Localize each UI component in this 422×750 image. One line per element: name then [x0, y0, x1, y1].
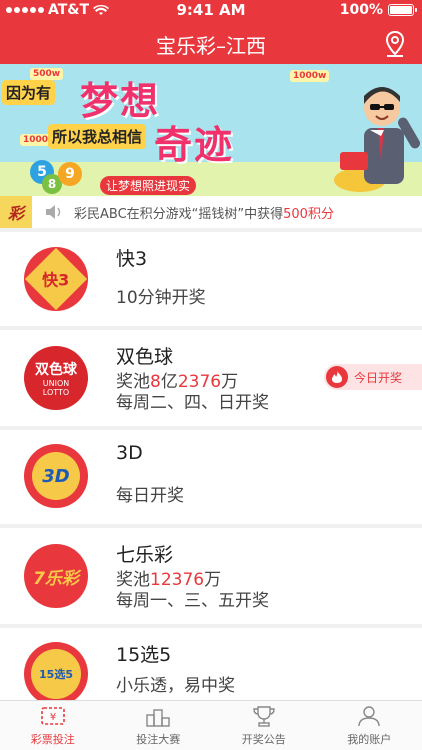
shuangseqiu-logo-sub: UNION LOTTO [42, 379, 70, 397]
location-pin-icon[interactable] [384, 30, 406, 58]
today-draw-label: 今日开奖 [354, 370, 403, 385]
banner-tag-500w: 500w [30, 68, 64, 80]
notice-badge: 彩 [0, 196, 32, 228]
flame-icon [326, 366, 348, 388]
banner-dream: 梦想 [80, 79, 161, 123]
speaker-icon [46, 205, 61, 219]
app-header: AT&T 9:41 AM 100% 宝乐彩–江西 [0, 0, 422, 64]
jackpot-unit: 万 [221, 372, 239, 392]
jackpot-prefix: 奖池 [116, 570, 150, 590]
list-item-15xuan5[interactable]: 15选5 15选5 小乐透，易中奖 [0, 628, 422, 706]
battery-status: 100% [339, 2, 417, 18]
tab-lottery-betting[interactable]: ¥ 彩票投注 [0, 701, 106, 750]
kuai3-logo-text: 快3 [42, 270, 70, 290]
today-draw-badge: 今日开奖 [324, 364, 422, 390]
tab-label: 开奖公告 [241, 733, 286, 746]
qilecai-logo-text: 7乐彩 [33, 568, 79, 589]
notice-prefix: 彩民ABC在积分游戏“摇钱树”中获得 [74, 206, 284, 222]
lottery-name: 快3 [116, 248, 148, 270]
lottery-draw-schedule: 每周二、四、日开奖 [116, 393, 269, 413]
status-bar: AT&T 9:41 AM 100% [0, 0, 422, 20]
list-item-kuai3[interactable]: 快3 快3 10分钟开奖 [0, 232, 422, 326]
lottery-draw-info: 小乐透，易中奖 [116, 676, 235, 696]
lottery-jackpot: 奖池12376万 [116, 570, 221, 591]
tab-betting-contest[interactable]: 投注大赛 [106, 701, 212, 750]
lottery-name: 七乐彩 [116, 544, 174, 566]
lottery-ticket-icon: ¥ [40, 707, 65, 725]
battery-percent: 100% [339, 2, 383, 18]
lottery-name: 双色球 [116, 346, 174, 368]
kuai3-logo: 快3 [24, 247, 88, 311]
tab-label: 我的账户 [347, 733, 392, 746]
list-item-qilecai[interactable]: 7乐彩 七乐彩 奖池12376万 每周一、三、五开奖 [0, 528, 422, 624]
3d-logo: 3D [24, 444, 88, 508]
businessman-illustration [334, 87, 420, 192]
15xuan5-logo: 15选5 [24, 642, 88, 706]
15xuan5-logo-text: 15选5 [39, 668, 73, 681]
shuangseqiu-logo-text: 双色球 [35, 362, 77, 378]
page-title: 宝乐彩–江西 [156, 34, 266, 58]
lottery-name: 3D [116, 442, 143, 464]
tab-draw-announcement[interactable]: 开奖公告 [211, 701, 317, 750]
lottery-draw-info: 每日开奖 [116, 486, 184, 506]
lottery-name: 15选5 [116, 644, 172, 666]
podium-icon [146, 709, 170, 727]
list-item-3d[interactable]: 3D 3D 每日开奖 [0, 430, 422, 524]
qilecai-logo: 7乐彩 [24, 544, 88, 608]
trophy-icon [253, 706, 275, 727]
notice-highlight: 500积分 [283, 206, 334, 222]
banner-ball: 9 [58, 162, 82, 186]
banner-line2: 所以我总相信 [48, 124, 147, 149]
lottery-draw-schedule: 每周一、三、五开奖 [116, 591, 269, 611]
notice-bar[interactable]: 彩 彩民ABC在积分游戏“摇钱树”中获得500积分 [0, 196, 422, 228]
svg-text:¥: ¥ [50, 712, 56, 723]
jackpot-prefix: 奖池 [116, 372, 150, 392]
banner-miracle: 奇迹 [154, 123, 235, 167]
lottery-jackpot: 奖池8亿2376万 [116, 372, 238, 393]
jackpot-value: 2376 [177, 372, 222, 392]
3d-logo-text: 3D [42, 465, 70, 487]
banner-tag-1000w-right: 1000w [290, 70, 330, 82]
jackpot-unit: 亿 [160, 372, 178, 392]
list-item-shuangseqiu[interactable]: 双色球 UNION LOTTO 双色球 奖池8亿2376万 每周二、四、日开奖 … [0, 330, 422, 426]
jackpot-value: 8 [150, 372, 161, 392]
tab-my-account[interactable]: 我的账户 [317, 701, 422, 750]
shuangseqiu-logo: 双色球 UNION LOTTO [24, 346, 88, 410]
user-icon [358, 706, 380, 727]
jackpot-value: 12376 [150, 570, 205, 590]
notice-text: 彩民ABC在积分游戏“摇钱树”中获得500积分 [74, 203, 334, 222]
tab-label: 投注大赛 [136, 733, 181, 746]
battery-icon [388, 4, 417, 16]
lottery-draw-info: 10分钟开奖 [116, 288, 206, 308]
jackpot-unit: 万 [204, 570, 222, 590]
banner-line1: 因为有 [2, 80, 56, 105]
tab-label: 彩票投注 [30, 733, 75, 746]
promo-banner[interactable]: 500w 1000w 1000w 因为有 梦想 所以我总相信 奇迹 5 8 9 … [0, 64, 422, 196]
bottom-tab-bar: ¥ 彩票投注 投注大赛 开奖公告 我的账户 [0, 700, 422, 750]
banner-subtitle: 让梦想照进现实 [100, 176, 197, 195]
